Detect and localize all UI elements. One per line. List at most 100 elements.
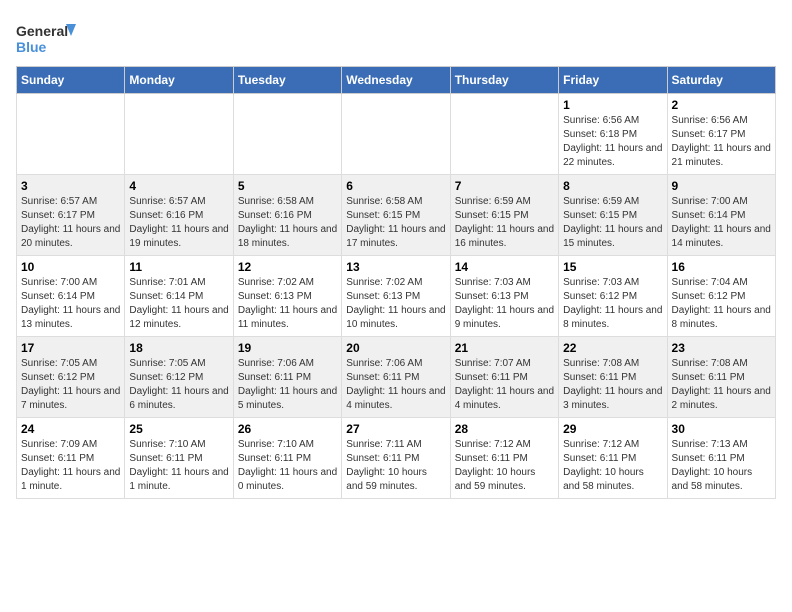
calendar-cell: 29 Sunrise: 7:12 AMSunset: 6:11 PMDayligh… (559, 418, 667, 499)
calendar-header-thursday: Thursday (450, 67, 558, 94)
svg-text:Blue: Blue (16, 39, 47, 55)
day-number: 1 (563, 98, 662, 112)
calendar-cell: 1 Sunrise: 6:56 AMSunset: 6:18 PMDaylight… (559, 94, 667, 175)
day-number: 12 (238, 260, 337, 274)
day-info: Sunrise: 7:05 AMSunset: 6:12 PMDaylight:… (129, 357, 228, 413)
day-info: Sunrise: 7:08 AMSunset: 6:11 PMDaylight:… (672, 357, 771, 413)
day-info: Sunrise: 6:57 AMSunset: 6:16 PMDaylight:… (129, 195, 228, 251)
calendar-cell (233, 94, 341, 175)
day-info: Sunrise: 7:02 AMSunset: 6:13 PMDaylight:… (238, 276, 337, 332)
day-number: 10 (21, 260, 120, 274)
calendar-cell: 25 Sunrise: 7:10 AMSunset: 6:11 PMDayligh… (125, 418, 233, 499)
calendar-cell: 30Sunrise: 7:13 AMSunset: 6:11 PMDayligh… (667, 418, 775, 499)
calendar-header-friday: Friday (559, 67, 667, 94)
day-number: 18 (129, 341, 228, 355)
calendar-cell: 21 Sunrise: 7:07 AMSunset: 6:11 PMDayligh… (450, 337, 558, 418)
calendar-header-sunday: Sunday (17, 67, 125, 94)
day-number: 7 (455, 179, 554, 193)
day-info: Sunrise: 7:10 AMSunset: 6:11 PMDaylight:… (129, 438, 228, 494)
calendar-cell (342, 94, 450, 175)
calendar-header-tuesday: Tuesday (233, 67, 341, 94)
calendar-week-row: 1 Sunrise: 6:56 AMSunset: 6:18 PMDaylight… (17, 94, 776, 175)
calendar-week-row: 24Sunrise: 7:09 AMSunset: 6:11 PMDayligh… (17, 418, 776, 499)
day-number: 29 (563, 422, 662, 436)
calendar-cell: 23 Sunrise: 7:08 AMSunset: 6:11 PMDayligh… (667, 337, 775, 418)
calendar-cell: 3 Sunrise: 6:57 AMSunset: 6:17 PMDaylight… (17, 175, 125, 256)
day-info: Sunrise: 7:13 AMSunset: 6:11 PMDaylight:… (672, 438, 771, 494)
calendar-table: SundayMondayTuesdayWednesdayThursdayFrid… (16, 66, 776, 499)
day-info: Sunrise: 7:04 AMSunset: 6:12 PMDaylight:… (672, 276, 771, 332)
calendar-cell: 27Sunrise: 7:11 AMSunset: 6:11 PMDayligh… (342, 418, 450, 499)
day-number: 9 (672, 179, 771, 193)
day-number: 21 (455, 341, 554, 355)
day-info: Sunrise: 7:07 AMSunset: 6:11 PMDaylight:… (455, 357, 554, 413)
calendar-cell: 15 Sunrise: 7:03 AMSunset: 6:12 PMDayligh… (559, 256, 667, 337)
day-number: 8 (563, 179, 662, 193)
day-info: Sunrise: 6:58 AMSunset: 6:16 PMDaylight:… (238, 195, 337, 251)
day-number: 13 (346, 260, 445, 274)
day-info: Sunrise: 6:56 AMSunset: 6:17 PMDaylight:… (672, 114, 771, 170)
day-number: 6 (346, 179, 445, 193)
day-number: 3 (21, 179, 120, 193)
day-info: Sunrise: 7:01 AMSunset: 6:14 PMDaylight:… (129, 276, 228, 332)
calendar-cell: 22 Sunrise: 7:08 AMSunset: 6:11 PMDayligh… (559, 337, 667, 418)
calendar-cell: 26 Sunrise: 7:10 AMSunset: 6:11 PMDayligh… (233, 418, 341, 499)
day-number: 26 (238, 422, 337, 436)
day-info: Sunrise: 6:57 AMSunset: 6:17 PMDaylight:… (21, 195, 120, 251)
calendar-header-wednesday: Wednesday (342, 67, 450, 94)
day-number: 28 (455, 422, 554, 436)
calendar-cell: 17 Sunrise: 7:05 AMSunset: 6:12 PMDayligh… (17, 337, 125, 418)
logo-svg: GeneralBlue (16, 20, 76, 58)
day-info: Sunrise: 7:00 AMSunset: 6:14 PMDaylight:… (21, 276, 120, 332)
calendar-header-saturday: Saturday (667, 67, 775, 94)
calendar-cell: 10 Sunrise: 7:00 AMSunset: 6:14 PMDayligh… (17, 256, 125, 337)
day-info: Sunrise: 7:00 AMSunset: 6:14 PMDaylight:… (672, 195, 771, 251)
calendar-week-row: 3 Sunrise: 6:57 AMSunset: 6:17 PMDaylight… (17, 175, 776, 256)
day-number: 5 (238, 179, 337, 193)
calendar-cell (450, 94, 558, 175)
calendar-cell (125, 94, 233, 175)
day-info: Sunrise: 7:06 AMSunset: 6:11 PMDaylight:… (238, 357, 337, 413)
day-number: 20 (346, 341, 445, 355)
calendar-header-monday: Monday (125, 67, 233, 94)
calendar-cell: 28 Sunrise: 7:12 AMSunset: 6:11 PMDayligh… (450, 418, 558, 499)
day-info: Sunrise: 6:56 AMSunset: 6:18 PMDaylight:… (563, 114, 662, 170)
calendar-cell: 19 Sunrise: 7:06 AMSunset: 6:11 PMDayligh… (233, 337, 341, 418)
calendar-cell: 24Sunrise: 7:09 AMSunset: 6:11 PMDayligh… (17, 418, 125, 499)
page-header: GeneralBlue (16, 16, 776, 58)
day-info: Sunrise: 7:12 AMSunset: 6:11 PMDaylight:… (455, 438, 554, 494)
calendar-cell: 12 Sunrise: 7:02 AMSunset: 6:13 PMDayligh… (233, 256, 341, 337)
day-info: Sunrise: 7:03 AMSunset: 6:12 PMDaylight:… (563, 276, 662, 332)
day-info: Sunrise: 7:10 AMSunset: 6:11 PMDaylight:… (238, 438, 337, 494)
day-info: Sunrise: 7:05 AMSunset: 6:12 PMDaylight:… (21, 357, 120, 413)
day-number: 16 (672, 260, 771, 274)
day-info: Sunrise: 7:09 AMSunset: 6:11 PMDaylight:… (21, 438, 120, 494)
day-number: 19 (238, 341, 337, 355)
calendar-week-row: 17 Sunrise: 7:05 AMSunset: 6:12 PMDayligh… (17, 337, 776, 418)
calendar-cell: 6Sunrise: 6:58 AMSunset: 6:15 PMDaylight… (342, 175, 450, 256)
calendar-cell: 16 Sunrise: 7:04 AMSunset: 6:12 PMDayligh… (667, 256, 775, 337)
calendar-cell: 8 Sunrise: 6:59 AMSunset: 6:15 PMDaylight… (559, 175, 667, 256)
day-number: 4 (129, 179, 228, 193)
day-number: 27 (346, 422, 445, 436)
day-number: 22 (563, 341, 662, 355)
calendar-cell: 5 Sunrise: 6:58 AMSunset: 6:16 PMDaylight… (233, 175, 341, 256)
day-info: Sunrise: 7:08 AMSunset: 6:11 PMDaylight:… (563, 357, 662, 413)
calendar-cell: 14 Sunrise: 7:03 AMSunset: 6:13 PMDayligh… (450, 256, 558, 337)
calendar-cell: 2Sunrise: 6:56 AMSunset: 6:17 PMDaylight… (667, 94, 775, 175)
calendar-header-row: SundayMondayTuesdayWednesdayThursdayFrid… (17, 67, 776, 94)
calendar-cell: 18 Sunrise: 7:05 AMSunset: 6:12 PMDayligh… (125, 337, 233, 418)
calendar-cell: 20 Sunrise: 7:06 AMSunset: 6:11 PMDayligh… (342, 337, 450, 418)
day-info: Sunrise: 7:12 AMSunset: 6:11 PMDaylight:… (563, 438, 662, 494)
svg-text:General: General (16, 23, 68, 39)
day-number: 15 (563, 260, 662, 274)
day-info: Sunrise: 7:06 AMSunset: 6:11 PMDaylight:… (346, 357, 445, 413)
logo: GeneralBlue (16, 20, 76, 58)
day-number: 17 (21, 341, 120, 355)
day-number: 23 (672, 341, 771, 355)
day-info: Sunrise: 7:03 AMSunset: 6:13 PMDaylight:… (455, 276, 554, 332)
day-number: 25 (129, 422, 228, 436)
day-info: Sunrise: 6:59 AMSunset: 6:15 PMDaylight:… (563, 195, 662, 251)
day-info: Sunrise: 7:02 AMSunset: 6:13 PMDaylight:… (346, 276, 445, 332)
day-number: 14 (455, 260, 554, 274)
